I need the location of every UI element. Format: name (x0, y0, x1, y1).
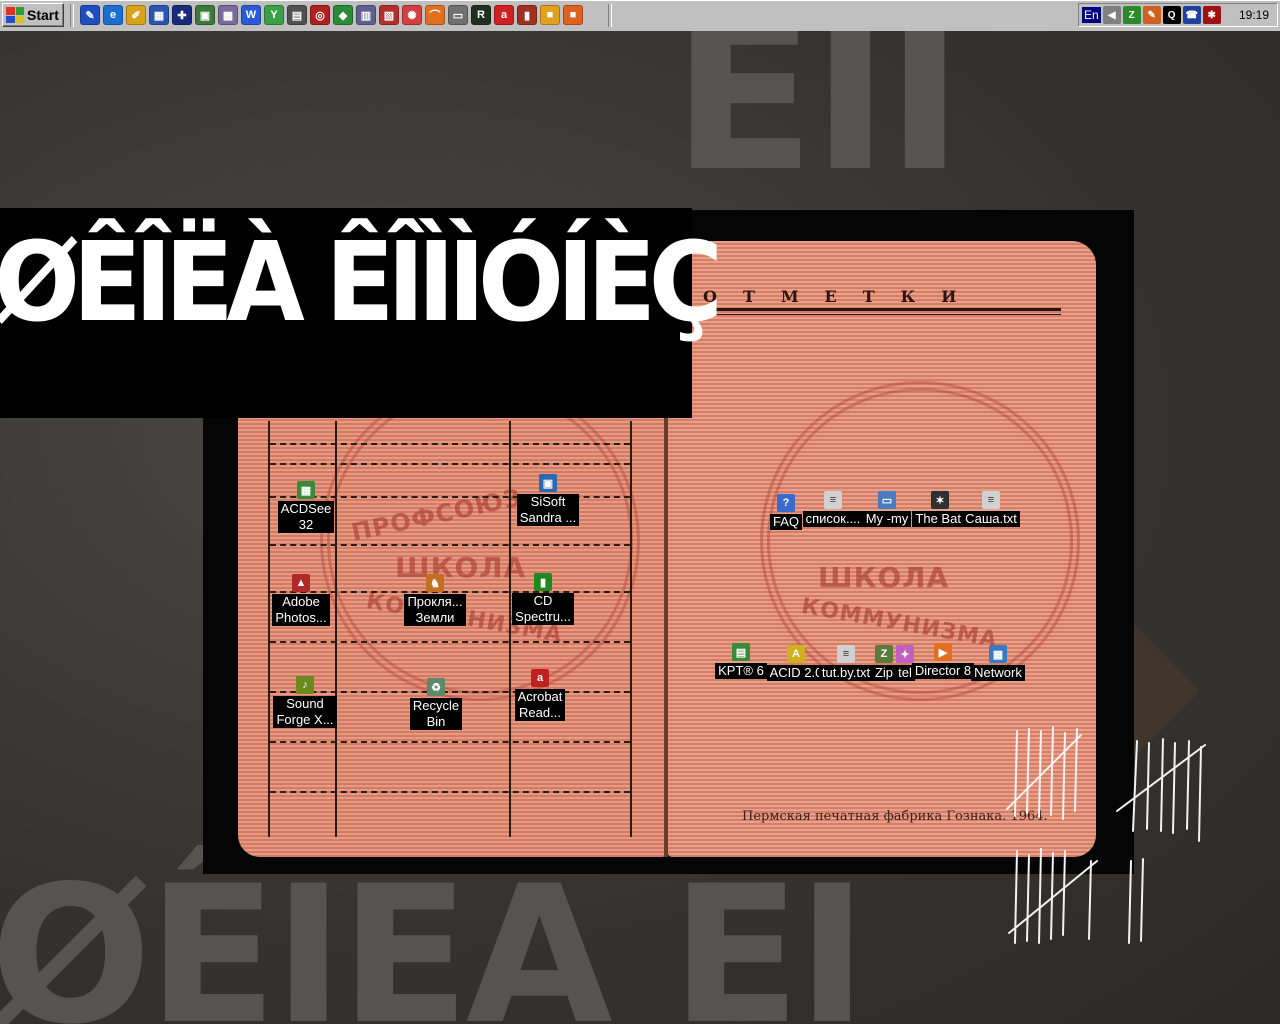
acdsee-icon[interactable]: ▦ ACDSee 32 (266, 481, 346, 533)
desktop-icon-label: Network (971, 665, 1025, 681)
adobe-photoshop-icon[interactable]: ▲ Adobe Photos... (261, 574, 341, 626)
acrobat-icon[interactable]: a (494, 5, 514, 25)
zip-tray-icon[interactable]: Z (1122, 6, 1141, 24)
phone-icon[interactable]: ☎ (1182, 6, 1201, 24)
diamond-icon[interactable]: ◆ (333, 5, 353, 25)
network-glyph-icon: ▦ (989, 645, 1007, 663)
page-header: ОТМЕТКИ (703, 287, 983, 306)
paint-tray-icon[interactable]: ✎ (1142, 6, 1161, 24)
page-footer: Пермская печатная фабрика Гознака. 1964. (742, 809, 1048, 824)
page-ruling (270, 544, 630, 546)
acrobat-reader-icon[interactable]: a Acrobat Read... (500, 669, 580, 721)
target-icon[interactable]: ◎ (310, 5, 330, 25)
spisok-file-glyph-icon: ≡ (824, 491, 842, 509)
stamp-line: ШКОЛА (818, 561, 950, 594)
clock[interactable]: 19:19 (1239, 8, 1269, 22)
desktop-icon-label: Прокля... Земли (404, 594, 466, 626)
recycle-bin-glyph-icon: ♻ (427, 678, 445, 696)
taskbar-separator (608, 4, 612, 27)
tray-icons: ◀ Z ✎ Q ☎ ✱ (1102, 6, 1221, 24)
sasha-txt-icon[interactable]: ≡ Саша.txt (951, 491, 1031, 527)
film-icon[interactable]: ▭ (448, 5, 468, 25)
the-bat-glyph-icon: ✶ (931, 491, 949, 509)
background-text-bottom: ØÊÎËÀ ÊÎ (0, 845, 867, 1024)
adobe-photoshop-glyph-icon: ▲ (292, 574, 310, 592)
page-ruling (270, 443, 630, 445)
books-icon[interactable]: ▮ (517, 5, 537, 25)
header-rule (703, 314, 1061, 315)
network-icon[interactable]: ▦ Network (958, 645, 1038, 681)
recycle-bin-icon[interactable]: ♻ Recycle Bin (396, 678, 476, 730)
window-grid-icon[interactable]: ▦ (149, 5, 169, 25)
desktop[interactable]: ÊÎÌ ØÊÎËÀ ÊÎ ПРОФСОЮЗ ШКОЛА КОММУНИЗМА Ш… (0, 31, 1280, 1024)
sisoft-sandra-glyph-icon: ▣ (539, 474, 557, 492)
image-viewer-icon[interactable]: ▣ (195, 5, 215, 25)
taskbar-separator (70, 4, 74, 27)
sasha-txt-glyph-icon: ≡ (982, 491, 1000, 509)
start-label: Start (27, 7, 59, 23)
desktop-icon-label: SiSoft Sandra ... (516, 494, 580, 526)
proklyatye-zemli-icon[interactable]: ♞ Прокля... Земли (395, 574, 475, 626)
pattern-icon[interactable]: ▩ (218, 5, 238, 25)
box-icon[interactable]: ■ (540, 5, 560, 25)
sound-forge-glyph-icon: ♪ (296, 676, 314, 694)
banner-title: ØÊÎËÀ ÊÎÌÌÓÍÈÇ (0, 218, 723, 346)
my-my-glyph-icon: ▭ (878, 491, 896, 509)
bug-icon[interactable]: ✱ (1202, 6, 1221, 24)
speaker-icon[interactable]: ◀ (1102, 6, 1121, 24)
kpt6-glyph-icon: ▤ (732, 643, 750, 661)
cd-spectrum-icon[interactable]: ▮ CD Spectru... (503, 573, 583, 625)
system-tray: En ◀ Z ✎ Q ☎ ✱ 19:19 (1078, 3, 1278, 27)
proklyatye-zemli-glyph-icon: ♞ (426, 574, 444, 592)
cabinet-icon[interactable]: ▥ (356, 5, 376, 25)
sound-forge-icon[interactable]: ♪ Sound Forge X... (265, 676, 345, 728)
desktop-icon-label: ACDSee 32 (277, 501, 335, 533)
desktop-icon-label: Adobe Photos... (272, 594, 330, 626)
quicktime-icon[interactable]: Q (1162, 6, 1181, 24)
word-icon[interactable]: W (241, 5, 261, 25)
pencil-tool-icon[interactable]: ✐ (126, 5, 146, 25)
desktop-icon-label: Recycle Bin (409, 698, 463, 730)
page-ruling (270, 463, 630, 465)
acid-glyph-icon: A (787, 645, 805, 663)
sisoft-sandra-icon[interactable]: ▣ SiSoft Sandra ... (508, 474, 588, 526)
package-icon[interactable]: ■ (563, 5, 583, 25)
quick-launch-bar: ✎ e ✐ ▦ ✚ ▣ ▩ W Y ▤ ◎ ◆ ▥ ▧ ✺ ⌒ ▭ Ra ▮ ■ ■ (80, 5, 583, 25)
photo-editor-icon[interactable]: ▧ (379, 5, 399, 25)
page-ruling (270, 641, 630, 643)
language-indicator[interactable]: En (1082, 7, 1101, 23)
chart-window-icon[interactable]: ▤ (287, 5, 307, 25)
header-rule (703, 308, 1061, 311)
acrobat-reader-glyph-icon: a (531, 669, 549, 687)
notepad-edit-icon[interactable]: ✎ (80, 5, 100, 25)
director-8-glyph-icon: ▶ (934, 643, 952, 661)
windows-logo-icon (6, 7, 24, 23)
page-ruling (630, 421, 632, 837)
vector-tool-icon[interactable]: Y (264, 5, 284, 25)
acdsee-glyph-icon: ▦ (297, 481, 315, 499)
page-ruling (270, 791, 630, 793)
desktop-icon-label: Acrobat Read... (514, 689, 566, 721)
desktop-icon-label: Sound Forge X... (273, 696, 337, 728)
internet-explorer-icon[interactable]: e (103, 5, 123, 25)
arch-icon[interactable]: ⌒ (425, 5, 445, 25)
taskbar: Start ✎ e ✐ ▦ ✚ ▣ ▩ W Y ▤ ◎ ◆ ▥ ▧ ✺ ⌒ ▭ Ra ▮ ■ ■ En ◀ Z ✎ Q ☎ ✱ 1… (0, 0, 1280, 32)
r-app-icon[interactable]: R (471, 5, 491, 25)
desktop-icon-label: Саша.txt (962, 511, 1020, 527)
desktop-icon-label: CD Spectru... (512, 593, 574, 625)
page-ruling (270, 741, 630, 743)
tally-marks-drawing (1006, 726, 1206, 944)
background-text-top: ÊÎÌ (672, 31, 964, 218)
cd-spectrum-glyph-icon: ▮ (534, 573, 552, 591)
color-wheel-icon[interactable]: ✺ (402, 5, 422, 25)
start-button[interactable]: Start (2, 3, 64, 27)
uk-flag-icon[interactable]: ✚ (172, 5, 192, 25)
